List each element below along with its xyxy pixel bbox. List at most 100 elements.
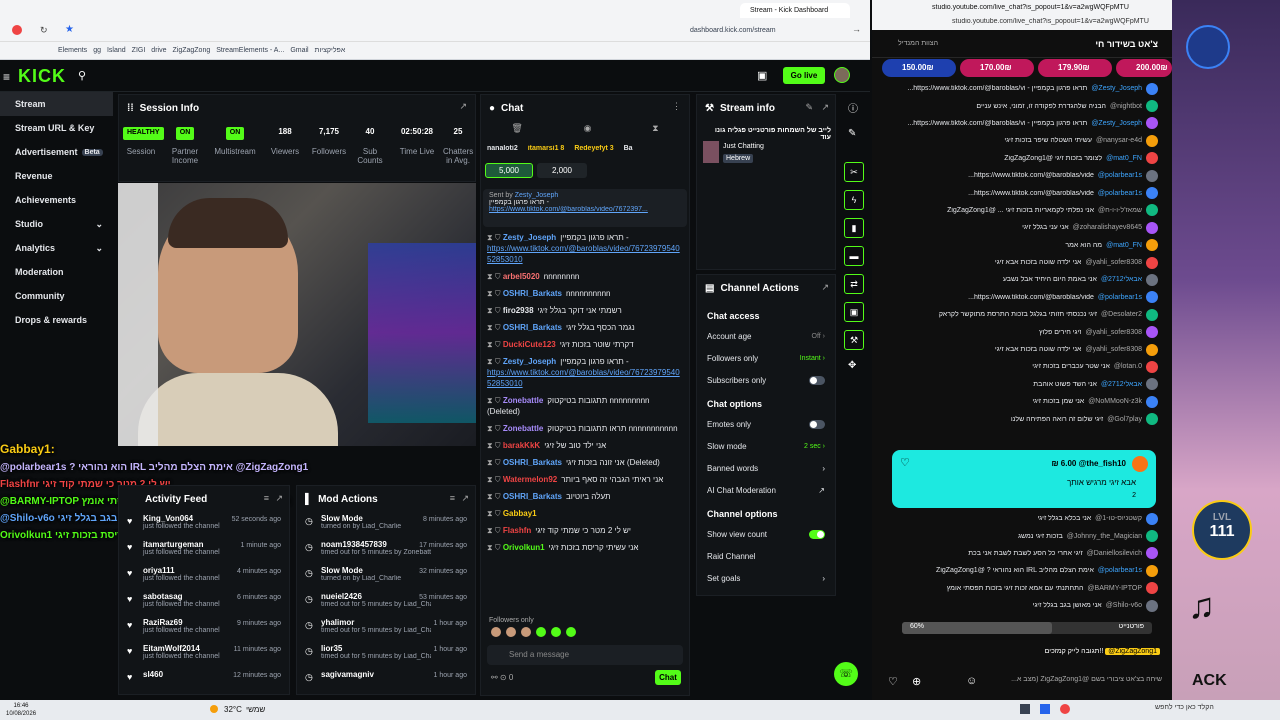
yt-author[interactable]: @yahli_sofer8308 <box>1085 346 1142 353</box>
address-bar[interactable]: dashboard.kick.com/stream <box>690 24 800 38</box>
yt-author[interactable]: @mat0_FN <box>1106 242 1142 249</box>
avatar[interactable] <box>1146 343 1158 356</box>
emote[interactable] <box>506 627 516 637</box>
sidebar-item-stream-url[interactable]: Stream URL & Key <box>0 116 113 140</box>
emote[interactable] <box>551 627 561 637</box>
taskbar-search[interactable]: הקלד כאן כדי לחפש <box>1155 704 1275 711</box>
chat-username[interactable]: arbel5020 <box>503 272 540 281</box>
yt-message[interactable]: לצומר בזכות זיגי @ZigZagZong1 @mat0_FN <box>872 150 1172 167</box>
move-icon[interactable]: ⁞⁞ <box>127 103 134 114</box>
mod-action-item[interactable]: ◷ Slow Mode turned on by Liad_Charlie 32 mi… <box>297 564 475 590</box>
support-button[interactable]: ☏ <box>834 662 858 686</box>
yt-chat-subtitle[interactable]: הצוות המנדיל <box>898 40 938 47</box>
account-age-row[interactable]: Account age Off › <box>697 325 835 347</box>
avatar[interactable] <box>1146 134 1158 147</box>
chat-link[interactable]: https://www.tiktok.com/@baroblas/video/7… <box>487 243 683 265</box>
slow-mode-row[interactable]: Slow mode 2 sec › <box>697 435 835 457</box>
popout-icon[interactable]: ↗ <box>459 101 467 112</box>
yt-message[interactable]: אני שמן בזכות זיגי @NoMMooN-z3k <box>872 393 1172 410</box>
yt-message[interactable]: זיגי נכנסתי חזותי בגלגל בזכות התרסת מתוק… <box>872 306 1172 323</box>
avatar[interactable] <box>1146 82 1158 95</box>
avatar[interactable] <box>1146 187 1158 200</box>
activity-item[interactable]: ♥ EitamWolf2014 just followed the channel 1… <box>119 642 289 668</box>
mod-icons[interactable]: ⧗ ⛉ <box>487 272 503 281</box>
yt-url[interactable]: studio.youtube.com/live_chat?is_popout=1… <box>932 4 1162 11</box>
superchat-chip[interactable]: 200.00₪ <box>1116 59 1172 77</box>
yt-author[interactable]: @BARMY-IPTOP <box>1087 585 1142 592</box>
chat-message[interactable]: ⧗ ⛉ Gabbay1 <box>481 505 689 522</box>
avatar[interactable] <box>1146 326 1158 339</box>
yt-message[interactable]: אני ילדה שוטה בזכות אבא זיגי @yahli_sofer… <box>872 341 1172 358</box>
yt-author[interactable]: @NoMMooN-z3k <box>1088 398 1142 405</box>
screen-icon[interactable]: ▣ <box>757 69 767 82</box>
avatar[interactable] <box>1146 360 1158 373</box>
mod-icons[interactable]: ⧗ ⛉ <box>487 492 503 501</box>
gift-count[interactable]: 5,000 <box>485 163 533 178</box>
yt-address-bar[interactable]: studio.youtube.com/live_chat?is_popout=1… <box>952 18 1162 25</box>
chat-username[interactable]: OSHRI_Barkats <box>503 323 562 332</box>
superchat-card[interactable]: ₪ 6.00 @the_fish10 אבא זיגי מרגיש אותך 2… <box>892 450 1156 508</box>
star-icon[interactable]: ★ <box>65 24 74 35</box>
yt-message[interactable]: זיגי שלום זה רואה הפתיחה שלנו @Gol7play <box>872 410 1172 427</box>
superchat-chip[interactable]: 179.90₪ <box>1038 59 1112 77</box>
yt-author[interactable]: @Shilo-v6o <box>1106 602 1142 609</box>
yt-author[interactable]: @2712אבאלי <box>1101 276 1142 283</box>
category-name[interactable]: Just Chatting <box>723 143 764 150</box>
activity-item[interactable]: ♥ RaziRaz69 just followed the channel 9 min… <box>119 616 289 642</box>
popout-icon[interactable]: ↗ <box>821 282 829 293</box>
browser-tab[interactable]: Stream - Kick Dashboard <box>740 3 850 18</box>
pinned-message[interactable]: Sent by Zesty_Joseph תראו פרגון בקמפיין … <box>483 189 687 227</box>
sidebar-item-advertisement[interactable]: Advertisement Beta <box>0 140 113 164</box>
bookmark[interactable]: drive <box>151 47 166 54</box>
chat-message[interactable]: ⧗ ⛉ Zesty_Joseph תראו פרגון בקמפיין - http… <box>481 353 689 392</box>
yt-message[interactable]: אני שטר עכברים בזכות זיגי @lotan.0 <box>872 358 1172 375</box>
bookmark[interactable]: אפליקציות <box>315 47 346 54</box>
avatar[interactable] <box>1146 239 1158 252</box>
mod-icons[interactable]: ⧗ ⛉ <box>487 233 503 242</box>
chat-message[interactable]: ⧗ ⛉ Flashfn יש לי 2 מטר כי שמתי קוד זיגי <box>481 522 689 539</box>
avatar[interactable] <box>1146 413 1158 426</box>
yt-message[interactable]: התחתנתי עם אמא זכות זיגי בזכות תפסתי אומ… <box>872 580 1172 597</box>
points-display[interactable]: ⚯ ⊙ 0 <box>491 673 513 682</box>
kick-logo[interactable]: KICK <box>18 66 66 87</box>
weather-temp[interactable]: 32°C <box>224 705 242 714</box>
filter-icon[interactable]: ≡ <box>450 493 455 503</box>
banned-words-row[interactable]: Banned words › <box>697 457 835 479</box>
yt-author[interactable]: @שמאז'ל-ו-ו-ח <box>1098 207 1142 214</box>
chat-message[interactable]: ⧗ ⛉ Watermelon92 אני ראיתי הגבהי זה סאף ב… <box>481 471 689 488</box>
yt-message[interactable]: אני נפלתי לקמאריות בזכות זיגי ... @ZigZa… <box>872 202 1172 219</box>
avatar[interactable] <box>1146 582 1158 595</box>
yt-message[interactable]: זיגי אחרי כל הסע לשבת לשבת אני בכת @Danie… <box>872 545 1172 562</box>
popout-icon[interactable]: ↗ <box>275 493 283 504</box>
popout-icon[interactable]: ↗ <box>821 102 829 113</box>
chat-message[interactable]: ⧗ ⛉ Zonebattle תתגובות בטיקטוק nnnnnnnnn … <box>481 392 689 420</box>
emote[interactable] <box>536 627 546 637</box>
mod-icons[interactable]: ⧗ ⛉ <box>487 543 503 552</box>
mod-icons[interactable]: ⧗ ⛉ <box>487 396 503 405</box>
chat-message[interactable]: ⧗ ⛉ arbel5020 nnnnnnnn <box>481 268 689 285</box>
yt-message[interactable]: אני ילדה שוטה בזכות אבא זיגי @yahli_sofer… <box>872 254 1172 271</box>
chat-username[interactable]: barakKkK <box>503 441 540 450</box>
avatar[interactable] <box>1146 512 1158 525</box>
mod-icons[interactable]: ⧗ ⛉ <box>487 340 503 349</box>
bookmark[interactable]: Island <box>107 47 126 54</box>
avatar[interactable] <box>1146 169 1158 182</box>
yt-author[interactable]: @polarbear1s <box>1098 190 1142 197</box>
avatar[interactable] <box>1146 273 1158 286</box>
avatar[interactable] <box>1146 291 1158 304</box>
yt-message[interactable]: https://www.tiktok.com/@baroblas/vide...… <box>872 289 1172 306</box>
monitor-icon[interactable]: ▣ <box>844 302 864 322</box>
avatar[interactable] <box>1146 308 1158 321</box>
sidebar-item-community[interactable]: Community <box>0 284 113 308</box>
heart-icon[interactable]: ♡ <box>888 675 898 688</box>
chat-username[interactable]: OSHRI_Barkats <box>503 289 562 298</box>
emote[interactable] <box>491 627 501 637</box>
hourglass-icon[interactable]: ⧗ <box>652 123 658 139</box>
yt-message[interactable]: אני השד פשוט אוהבת @2712אבאלי <box>872 376 1172 393</box>
mod-action-item[interactable]: ◷ nueiel2426 timed out for 5 minutes by Li… <box>297 590 475 616</box>
puzzle-icon[interactable]: ✥ <box>848 360 856 371</box>
avatar[interactable] <box>1146 599 1158 612</box>
yt-author[interactable]: @Johnny_the_Magician <box>1067 533 1142 540</box>
sidebar-item-achievements[interactable]: Achievements <box>0 188 113 212</box>
stream-preview[interactable] <box>118 183 476 446</box>
